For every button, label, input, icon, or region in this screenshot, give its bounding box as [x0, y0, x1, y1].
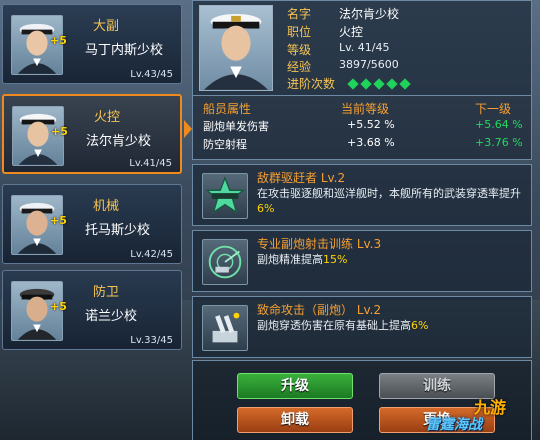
info-key: 等级 — [287, 43, 312, 57]
attr-header-current: 当前等级 — [341, 102, 390, 116]
skill-description: 在攻击驱逐舰和巡洋舰时，本舰所有的武装穿透率提升6% — [257, 187, 521, 215]
attr-header-name: 船员属性 — [203, 102, 252, 116]
officer-level: Lv.33/45 — [130, 335, 173, 346]
diamond-icon — [399, 78, 411, 90]
officer-card-engineering[interactable]: +5 机械 托马斯少校 Lv.42/45 — [2, 184, 182, 264]
star-badge-icon — [202, 173, 248, 219]
attribute-table: 船员属性 当前等级 下一级 副炮单发伤害 +5.52 % +5.64 % 防空射… — [192, 96, 532, 160]
officer-post-value: 火控 — [339, 25, 364, 39]
officer-role: 火控 — [94, 110, 121, 125]
officer-role: 防卫 — [93, 285, 120, 300]
skill-card[interactable]: 敌群驱赶者 Lv.2 在攻击驱逐舰和巡洋舰时，本舰所有的武装穿透率提升6% — [192, 164, 532, 226]
officer-level: Lv.42/45 — [130, 249, 173, 260]
attr-row-name: 副炮单发伤害 — [203, 120, 269, 133]
attr-header-next: 下一级 — [475, 102, 512, 116]
bonus-badge: +5 — [50, 300, 67, 313]
officer-list: +5 大副 马丁内斯少校 Lv.43/45 +5 火控 法尔肯少校 Lv.41/… — [0, 0, 192, 440]
info-key: 进阶次数 — [287, 77, 336, 91]
skill-card[interactable]: 专业副炮射击训练 Lv.3 副炮精准提高15% — [192, 230, 532, 292]
officer-level-value: Lv. 41/45 — [339, 41, 390, 54]
officer-name-value: 法尔肯少校 — [339, 7, 400, 21]
info-key: 经验 — [287, 60, 312, 74]
officer-info-box: 名字 法尔肯少校 职位 火控 等级 Lv. 41/45 经验 3897/5600… — [192, 0, 532, 96]
skill-card[interactable]: 致命攻击（副炮） Lv.2 副炮穿透伤害在原有基础上提高6% — [192, 296, 532, 358]
artillery-icon — [202, 305, 248, 351]
attr-row-current: +3.68 % — [347, 136, 395, 149]
info-key: 名字 — [287, 7, 312, 21]
diamond-icon — [373, 78, 385, 90]
info-key: 职位 — [287, 25, 312, 39]
officer-large-portrait — [199, 5, 273, 91]
watermark-game-title: 雷霆海战 — [426, 417, 482, 433]
skill-value: 6% — [257, 202, 275, 215]
officer-detail-panel: 名字 法尔肯少校 职位 火控 等级 Lv. 41/45 经验 3897/5600… — [192, 0, 540, 440]
bonus-badge: +5 — [50, 34, 67, 47]
selection-arrow-icon — [184, 120, 192, 138]
unload-button[interactable]: 卸载 — [237, 407, 353, 433]
officer-level: Lv.43/45 — [130, 69, 173, 80]
officer-card-defense[interactable]: +5 防卫 诺兰少校 Lv.33/45 — [2, 270, 182, 350]
skill-value: 15% — [323, 253, 348, 266]
attr-row-next: +5.64 % — [475, 118, 523, 131]
skill-description: 副炮穿透伤害在原有基础上提高6% — [257, 319, 429, 332]
skill-value: 6% — [411, 319, 429, 332]
officer-name: 法尔肯少校 — [86, 134, 152, 149]
officer-role: 大副 — [93, 19, 120, 34]
diamond-icon — [347, 78, 359, 90]
attr-row-current: +5.52 % — [347, 118, 395, 131]
officer-name: 诺兰少校 — [85, 309, 138, 324]
skill-title: 敌群驱赶者 Lv.2 — [257, 171, 346, 185]
advance-diamonds — [347, 77, 414, 91]
officer-role: 机械 — [93, 199, 120, 214]
upgrade-button[interactable]: 升级 — [237, 373, 353, 399]
officer-card-first-mate[interactable]: +5 大副 马丁内斯少校 Lv.43/45 — [2, 4, 182, 84]
attr-row-name: 防空射程 — [203, 138, 247, 151]
site-watermark: 九游 雷霆海战 — [426, 378, 536, 438]
officer-name: 马丁内斯少校 — [85, 43, 164, 58]
bonus-badge: +5 — [50, 214, 67, 227]
bonus-badge: +5 — [51, 125, 68, 138]
attr-row-next: +3.76 % — [475, 136, 523, 149]
skill-title: 致命攻击（副炮） Lv.2 — [257, 303, 382, 317]
diamond-icon — [386, 78, 398, 90]
officer-level: Lv.41/45 — [129, 158, 172, 169]
skill-description: 副炮精准提高15% — [257, 253, 348, 266]
skill-title: 专业副炮射击训练 Lv.3 — [257, 237, 382, 251]
radar-gun-icon — [202, 239, 248, 285]
diamond-icon — [360, 78, 372, 90]
officer-exp-value: 3897/5600 — [339, 58, 399, 71]
officer-card-fire-control[interactable]: +5 火控 法尔肯少校 Lv.41/45 — [2, 94, 182, 174]
officer-name: 托马斯少校 — [85, 223, 151, 238]
